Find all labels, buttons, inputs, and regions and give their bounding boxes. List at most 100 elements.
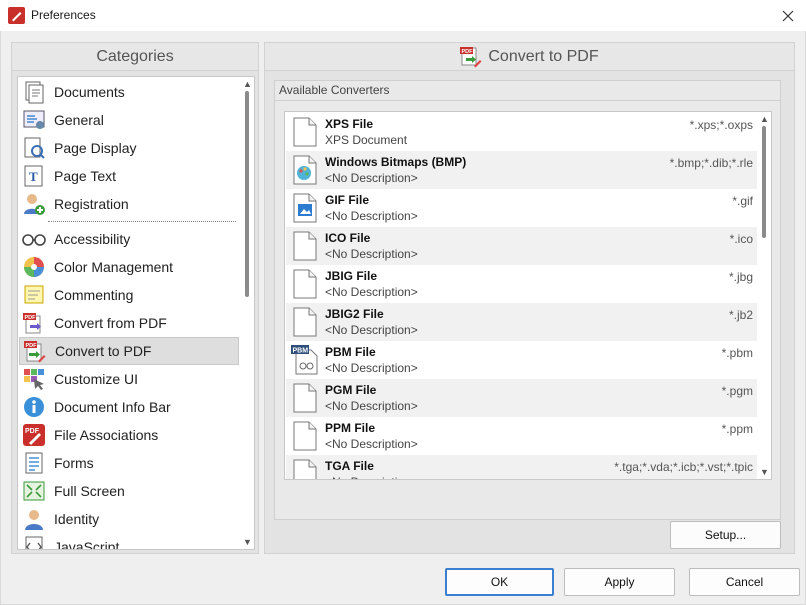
- document-info-bar-icon: [24, 397, 44, 417]
- converter-name: Windows Bitmaps (BMP): [325, 155, 467, 169]
- svg-text:PDF: PDF: [25, 315, 37, 321]
- converter-name: PBM File: [325, 345, 376, 359]
- converter-extensions: *.xps;*.oxps: [689, 118, 753, 132]
- category-label: Page Text: [54, 168, 117, 184]
- converter-row[interactable]: JBIG2 File <No Description> *.jb2: [286, 303, 757, 341]
- converter-description: <No Description>: [325, 171, 418, 185]
- category-item-file-associations[interactable]: PDF File Associations: [19, 421, 239, 449]
- svg-text:PDF: PDF: [462, 49, 474, 55]
- converter-row[interactable]: GIF File <No Description> *.gif: [286, 189, 757, 227]
- converter-description: <No Description>: [325, 399, 418, 413]
- category-item-convert-to-pdf[interactable]: PDF Convert to PDF: [19, 337, 239, 365]
- general-icon: [23, 110, 45, 129]
- page-text-icon: T: [24, 165, 43, 187]
- blank-file-icon: [293, 117, 317, 147]
- scroll-up-icon[interactable]: ▲: [760, 114, 769, 124]
- blank-file-icon: [293, 269, 317, 299]
- category-item-customize-ui[interactable]: Customize UI: [19, 365, 239, 393]
- color-management-icon: [24, 257, 44, 277]
- converters-list[interactable]: ▲ ▼ XPS File XPS Document *.xps;*.oxps Wind…: [284, 111, 772, 480]
- category-label: Accessibility: [54, 231, 131, 247]
- converter-extensions: *.gif: [732, 194, 753, 208]
- commenting-icon: [24, 285, 44, 304]
- category-label: Convert from PDF: [54, 315, 167, 331]
- category-item-identity[interactable]: Identity: [19, 505, 239, 533]
- image-file-icon: [293, 193, 317, 223]
- converter-extensions: *.jb2: [728, 308, 753, 322]
- converter-description: <No Description>: [325, 475, 418, 479]
- close-icon: [782, 10, 794, 21]
- bmp-paint-icon: [293, 155, 317, 185]
- forms-icon: [25, 452, 43, 474]
- category-item-document-info-bar[interactable]: Document Info Bar: [19, 393, 239, 421]
- content-title: Convert to PDF: [488, 47, 599, 65]
- ok-button[interactable]: OK: [445, 568, 554, 596]
- converter-row[interactable]: TGA File <No Description> *.tga;*.vda;*.ic…: [286, 455, 757, 479]
- converter-extensions: *.bmp;*.dib;*.rle: [669, 156, 753, 170]
- svg-text:PDF: PDF: [25, 428, 40, 435]
- categories-scrollbar[interactable]: ▲ ▼: [240, 77, 254, 549]
- registration-icon: [24, 194, 45, 215]
- category-item-documents[interactable]: Documents: [19, 78, 239, 106]
- converter-description: <No Description>: [325, 437, 418, 451]
- category-item-full-screen[interactable]: Full Screen: [19, 477, 239, 505]
- converter-description: <No Description>: [325, 323, 418, 337]
- setup-button[interactable]: Setup...: [670, 521, 781, 549]
- category-item-color-management[interactable]: Color Management: [19, 253, 239, 281]
- converter-name: JBIG2 File: [325, 307, 384, 321]
- close-button[interactable]: [770, 0, 806, 31]
- svg-text:PBM: PBM: [293, 348, 309, 355]
- scroll-down-icon[interactable]: ▼: [243, 537, 252, 547]
- converter-extensions: *.ppm: [721, 422, 753, 436]
- converter-row[interactable]: Windows Bitmaps (BMP) <No Description> *.b…: [286, 151, 757, 189]
- svg-text:T: T: [29, 169, 38, 184]
- categories-list[interactable]: ▲ ▼ Documents General Page Display T Page Te…: [17, 76, 255, 550]
- converter-name: XPS File: [325, 117, 374, 131]
- category-label: Page Display: [54, 140, 137, 156]
- converter-name: PPM File: [325, 421, 376, 435]
- category-label: Registration: [54, 196, 129, 212]
- scroll-down-icon[interactable]: ▼: [760, 467, 769, 477]
- converters-scrollbar[interactable]: ▲ ▼: [757, 112, 771, 479]
- title-bar: Preferences: [0, 0, 806, 31]
- category-item-general[interactable]: General: [19, 106, 239, 134]
- pbm-file-icon: PBM: [291, 345, 318, 375]
- converter-extensions: *.jbg: [728, 270, 753, 284]
- apply-button[interactable]: Apply: [564, 568, 675, 596]
- full-screen-icon: [23, 481, 45, 501]
- converter-row[interactable]: PGM File <No Description> *.pgm: [286, 379, 757, 417]
- available-converters-group: Available Converters ▲ ▼ XPS File XPS Doc…: [274, 80, 781, 549]
- converter-row[interactable]: JBIG File <No Description> *.jbg: [286, 265, 757, 303]
- converter-row[interactable]: PPM File <No Description> *.ppm: [286, 417, 757, 455]
- category-label: Commenting: [54, 287, 134, 303]
- scrollbar-thumb[interactable]: [245, 91, 249, 297]
- category-item-javascript[interactable]: JavaScript: [19, 533, 239, 549]
- converter-name: GIF File: [325, 193, 370, 207]
- converter-row[interactable]: PBM PBM File <No Description> *.pbm: [286, 341, 757, 379]
- category-item-page-display[interactable]: Page Display: [19, 134, 239, 162]
- category-label: General: [54, 112, 104, 128]
- category-item-registration[interactable]: Registration: [19, 190, 239, 218]
- cancel-button[interactable]: Cancel: [689, 568, 800, 596]
- scroll-up-icon[interactable]: ▲: [243, 79, 252, 89]
- blank-file-icon: [293, 231, 317, 261]
- window-title: Preferences: [31, 8, 96, 22]
- category-item-forms[interactable]: Forms: [19, 449, 239, 477]
- blank-file-icon: [293, 459, 317, 479]
- category-label: Full Screen: [54, 483, 125, 499]
- category-item-convert-from-pdf[interactable]: PDF Convert from PDF: [19, 309, 239, 337]
- blank-file-icon: [293, 383, 317, 413]
- category-label: Document Info Bar: [54, 399, 171, 415]
- converter-row[interactable]: XPS File XPS Document *.xps;*.oxps: [286, 113, 757, 151]
- converter-name: PGM File: [325, 383, 377, 397]
- category-item-commenting[interactable]: Commenting: [19, 281, 239, 309]
- converter-extensions: *.pbm: [721, 346, 753, 360]
- group-divider: [275, 100, 780, 101]
- category-item-accessibility[interactable]: Accessibility: [19, 225, 239, 253]
- converter-row[interactable]: ICO File <No Description> *.ico: [286, 227, 757, 265]
- converter-description: <No Description>: [325, 285, 418, 299]
- convert-to-pdf-icon: PDF: [24, 341, 46, 363]
- scrollbar-thumb[interactable]: [762, 126, 766, 238]
- category-item-page-text[interactable]: T Page Text: [19, 162, 239, 190]
- category-label: Customize UI: [54, 371, 139, 387]
